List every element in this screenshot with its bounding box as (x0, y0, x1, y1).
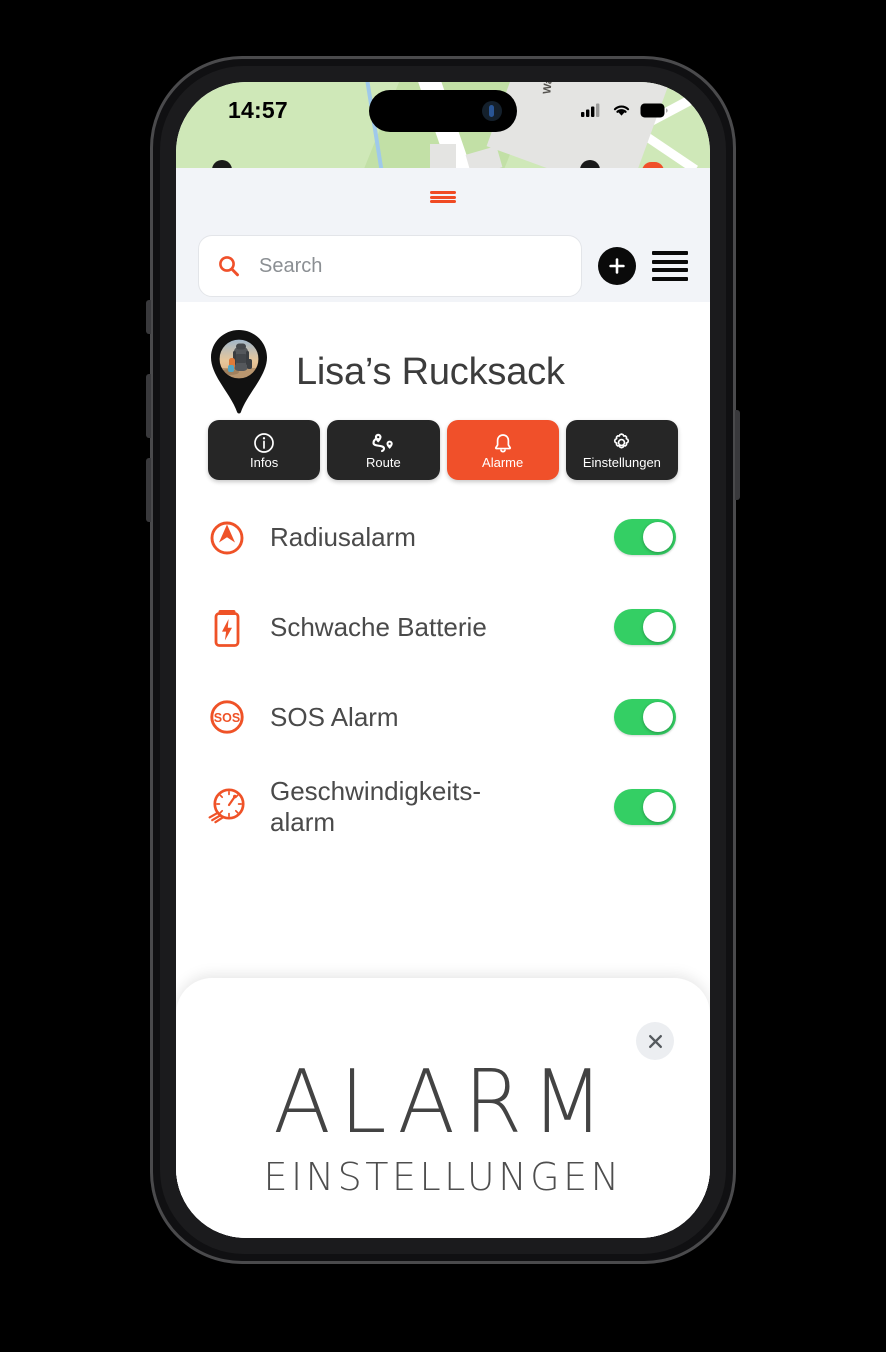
tab-einstellungen-label: Einstellungen (582, 454, 661, 470)
search-icon (219, 256, 239, 277)
route-icon (370, 432, 396, 454)
profile-row: Lisa’s Rucksack (176, 316, 710, 428)
sos-icon: SOS (204, 691, 250, 743)
sheet-title: ALARM (273, 1051, 613, 1153)
low-battery-icon (204, 601, 250, 653)
map-pin-avatar[interactable] (206, 328, 272, 416)
dynamic-island (369, 90, 517, 132)
tab-route-label: Route (366, 454, 401, 470)
hamburger-menu-button[interactable] (652, 251, 688, 281)
close-button[interactable] (636, 1022, 674, 1060)
map-pin-marker[interactable] (212, 160, 232, 168)
toggle-radiusalarm[interactable] (614, 519, 676, 555)
sheet-subtitle: EINSTELLUNGEN (263, 1155, 623, 1199)
battery-icon (640, 103, 668, 117)
list-item[interactable]: Geschwindigkeits- alarm (176, 762, 710, 852)
bell-icon (492, 432, 514, 454)
avatar-pin-shape (211, 330, 267, 414)
list-item[interactable]: Schwache Batterie (176, 582, 710, 672)
tab-einstellungen[interactable]: Einstellungen (565, 420, 678, 480)
signal-bars-icon (581, 103, 600, 117)
tab-infos[interactable]: Infos (208, 420, 321, 480)
info-circle-icon (253, 432, 275, 454)
wifi-icon (613, 105, 630, 116)
tab-infos-label: Infos (250, 454, 279, 470)
power-button[interactable] (735, 410, 740, 500)
volume-down-button[interactable] (146, 458, 151, 522)
alarm-list: Radiusalarm Schwache Batterie SOS SOS Al… (176, 492, 710, 852)
add-button[interactable] (598, 247, 636, 285)
list-item[interactable]: Radiusalarm (176, 492, 710, 582)
speedometer-icon (204, 781, 250, 833)
list-item-label: SOS Alarm (270, 701, 399, 732)
tab-alarme-label: Alarme (482, 454, 524, 470)
svg-text:SOS: SOS (214, 711, 240, 725)
page-title: Lisa’s Rucksack (296, 350, 565, 393)
status-indicators (581, 102, 668, 118)
volume-up-button[interactable] (146, 374, 151, 438)
tab-route[interactable]: Route (327, 420, 440, 480)
toggle-sos-alarm[interactable] (614, 699, 676, 735)
phone-screen: Wa 14:57 Search Lisa’s Rucksack Infos Ro… (176, 82, 710, 1238)
front-camera-icon (482, 101, 502, 121)
radius-alarm-icon (204, 511, 250, 563)
plus-icon (609, 258, 625, 274)
list-item-label: Radiusalarm (270, 521, 416, 552)
search-row (176, 230, 710, 302)
close-icon (648, 1034, 662, 1048)
status-time: 14:57 (228, 97, 288, 123)
drag-handle-icon[interactable] (430, 191, 456, 203)
toggle-schwache-batterie[interactable] (614, 609, 676, 645)
search-box[interactable] (198, 235, 582, 297)
search-input[interactable] (257, 253, 563, 279)
tab-alarme[interactable]: Alarme (446, 420, 559, 480)
map-building (430, 144, 456, 168)
bottom-sheet: ALARM EINSTELLUNGEN (176, 978, 710, 1238)
list-item[interactable]: SOS SOS Alarm (176, 672, 710, 762)
silent-switch[interactable] (146, 300, 151, 334)
toggle-geschwindigkeitsalarm[interactable] (614, 789, 676, 825)
gear-icon (610, 432, 633, 454)
action-button-row: Infos Route Alarme Einstellungen (176, 420, 710, 480)
list-item-label: Schwache Batterie (270, 611, 487, 642)
list-item-label: Geschwindigkeits- alarm (270, 776, 481, 837)
